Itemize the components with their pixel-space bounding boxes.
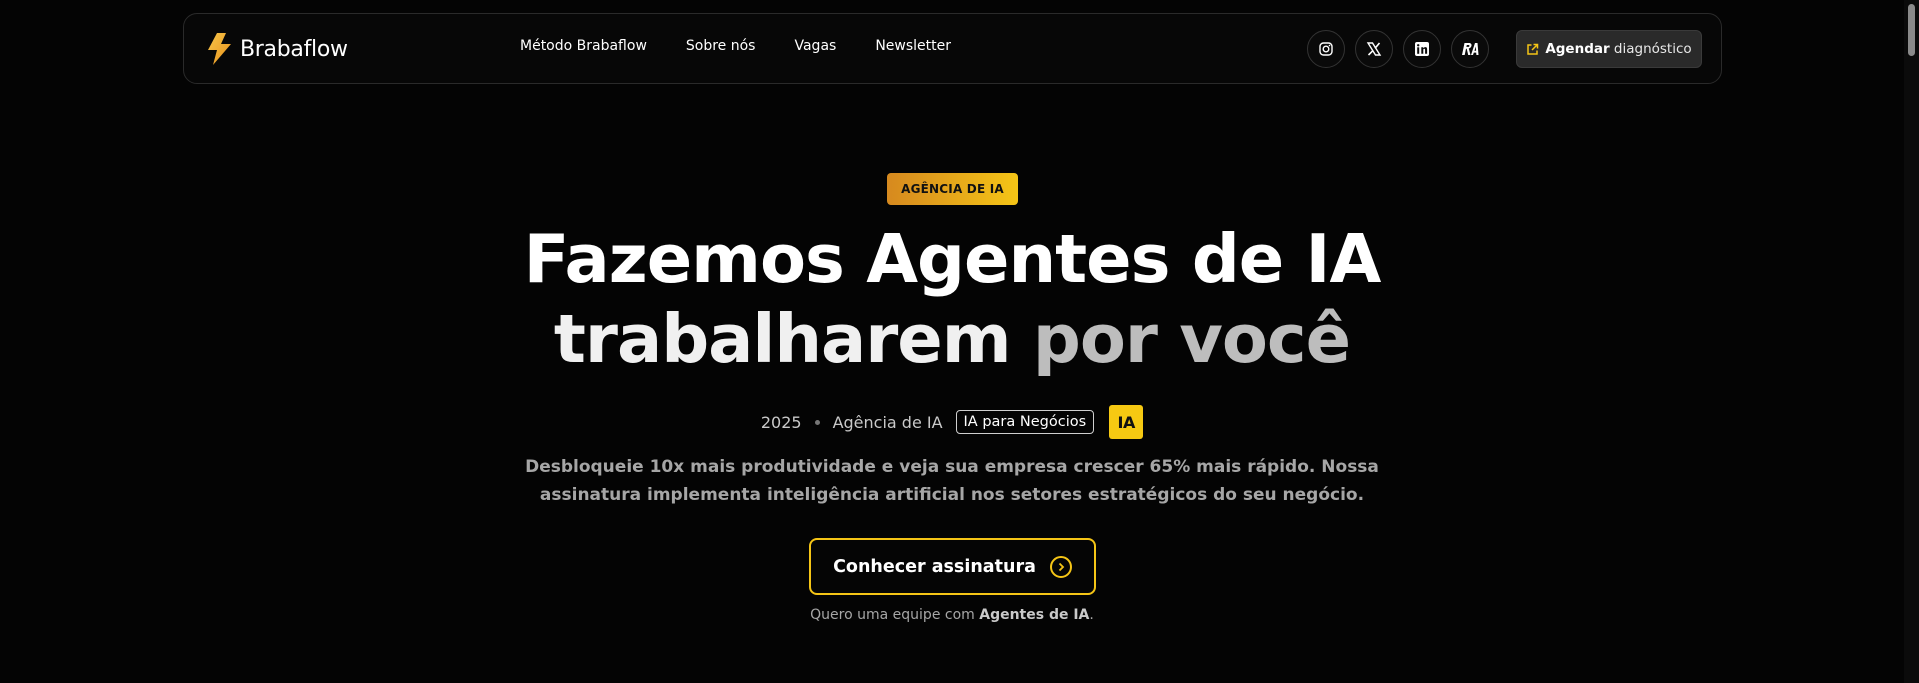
subnote-suffix: . [1089,607,1094,623]
scrollbar-thumb[interactable] [1908,4,1915,56]
chevron-right-circle-icon [1049,555,1072,578]
nav-link-sobre[interactable]: Sobre nós [686,38,756,54]
brand-logo-link[interactable]: Brabaflow [204,32,348,66]
meta-tag-pill: IA para Negócios [955,410,1095,434]
main-nav: Método Brabaflow Sobre nós Vagas Newslet… [520,38,990,54]
ra-logo-icon [1462,43,1479,55]
page: Brabaflow Método Brabaflow Sobre nós Vag… [0,0,1919,683]
instagram-link[interactable] [1307,30,1345,68]
meta-agency: Agência de IA [832,412,943,432]
navbar: Brabaflow Método Brabaflow Sobre nós Vag… [183,13,1722,84]
hero-subnote: Quero uma equipe com Agentes de IA. [0,607,1904,623]
hero-title-highlight: por você [1032,300,1351,378]
nav-link-vagas[interactable]: Vagas [794,38,836,54]
ra-link[interactable] [1451,30,1489,68]
agency-badge: AGÊNCIA DE IA [887,173,1018,205]
linkedin-link[interactable] [1403,30,1441,68]
ia-badge-icon: IA [1109,405,1144,439]
x-twitter-icon [1366,42,1382,56]
know-subscription-label: Conhecer assinatura [833,556,1036,577]
schedule-button-light: diagnóstico [1613,41,1692,57]
hero-title: Fazemos Agentes de IA trabalharem por vo… [0,219,1904,379]
hero-meta-row: 2025 Agência de IA IA para Negócios IA [0,405,1904,439]
subnote-prefix: Quero uma equipe com [810,607,980,623]
subnote-bold: Agentes de IA [979,607,1090,623]
linkedin-icon [1415,42,1429,56]
meta-year: 2025 [760,412,802,432]
external-link-icon [1527,43,1539,55]
schedule-button-bold: Agendar [1545,41,1610,57]
social-links [1307,30,1489,68]
know-subscription-button[interactable]: Conhecer assinatura [809,538,1096,595]
hero-title-line2: trabalharem por você [0,299,1904,379]
lightning-bolt-icon [208,33,231,65]
instagram-icon [1319,42,1333,56]
hero-description: Desbloqueie 10x mais produtividade e vej… [0,453,1904,509]
hero-description-line2: assinatura implementa inteligência artif… [539,485,1365,505]
page-scrollbar[interactable] [1904,0,1919,683]
nav-link-newsletter[interactable]: Newsletter [875,38,951,54]
meta-dot-separator [814,419,820,425]
schedule-diagnosis-button[interactable]: Agendar diagnóstico [1516,30,1702,68]
nav-link-metodo[interactable]: Método Brabaflow [520,38,647,54]
hero-title-line1: Fazemos Agentes de IA [523,220,1382,298]
hero-title-line2-main: trabalharem [553,300,1033,378]
hero-description-line1: Desbloqueie 10x mais produtividade e vej… [525,457,1379,477]
x-twitter-link[interactable] [1355,30,1393,68]
brand-name: Brabaflow [240,36,348,62]
